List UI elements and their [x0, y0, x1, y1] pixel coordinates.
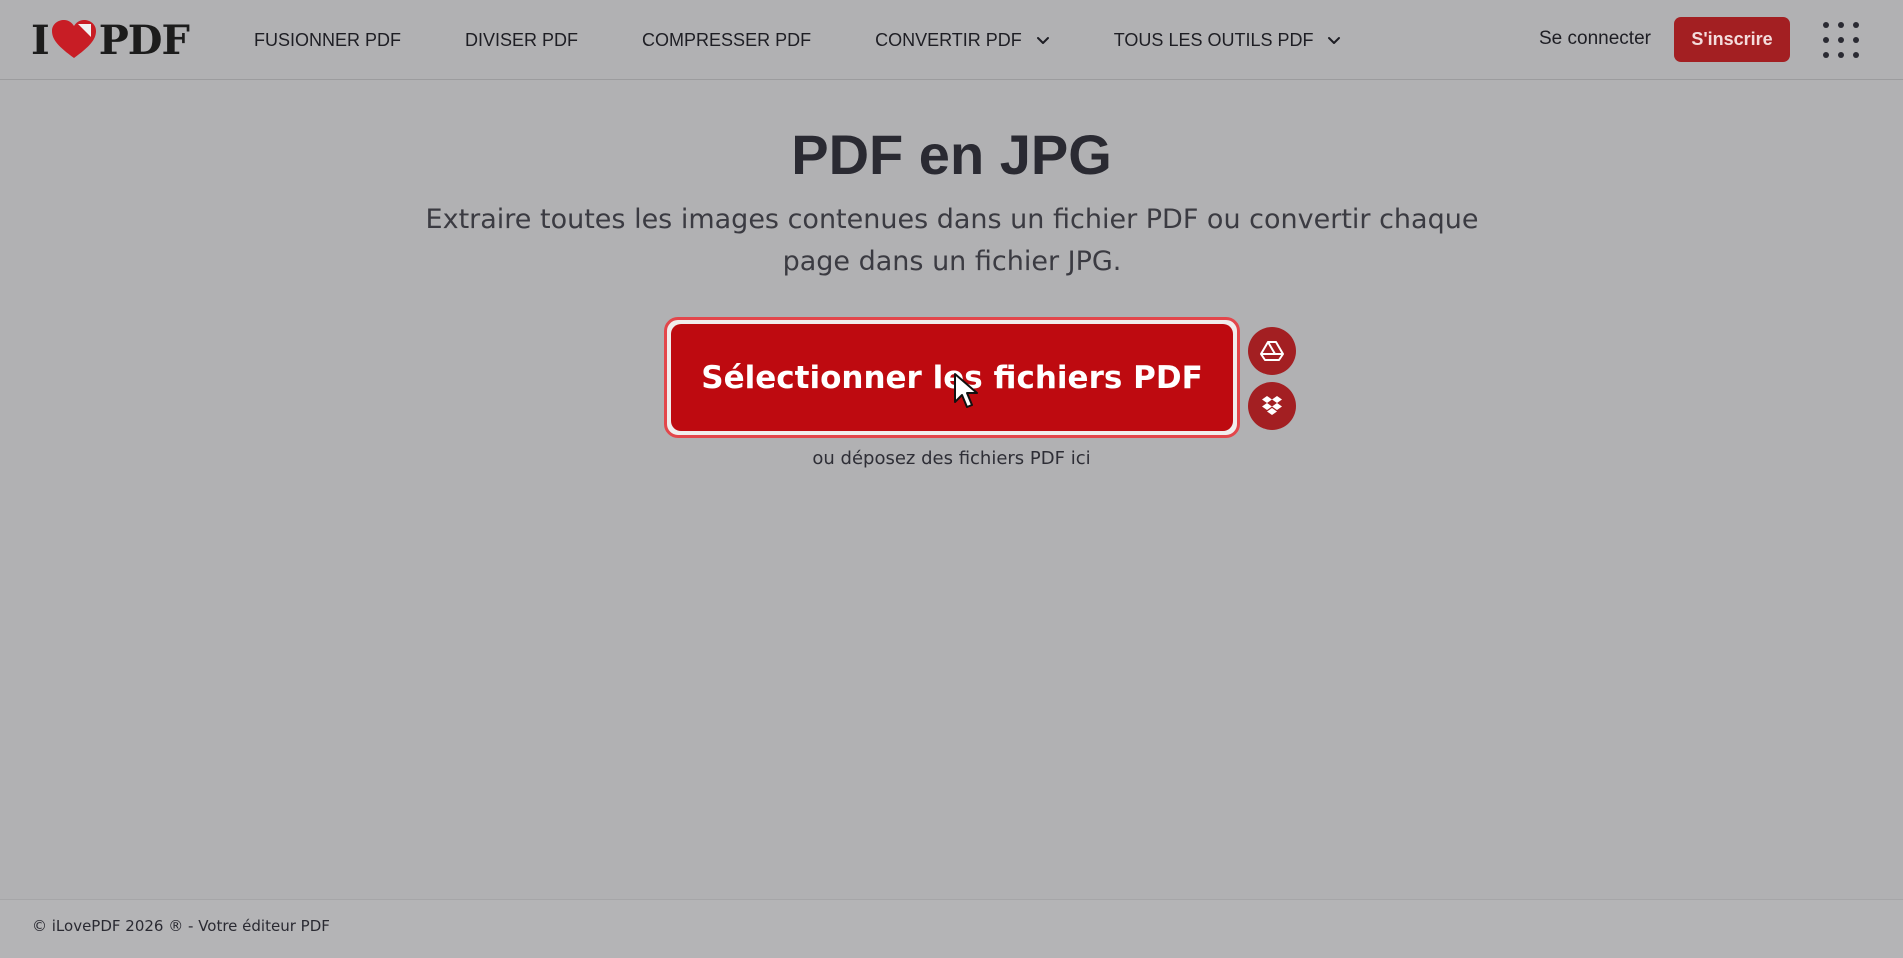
logo-letters-pdf: PDF: [98, 16, 190, 64]
google-drive-icon: [1260, 341, 1284, 361]
nav-split-pdf[interactable]: DIVISER PDF: [465, 30, 578, 51]
signup-button[interactable]: S'inscrire: [1674, 17, 1790, 62]
footer-copyright: © iLovePDF 2026 ® - Votre éditeur PDF: [32, 917, 330, 935]
nav-convert-pdf[interactable]: CONVERTIR PDF: [875, 30, 1050, 51]
drop-hint: ou déposez des fichiers PDF ici: [812, 448, 1091, 469]
heart-icon: [51, 20, 96, 58]
dropbox-icon: [1262, 396, 1282, 415]
main-nav: FUSIONNER PDF DIVISER PDF COMPRESSER PDF…: [254, 0, 1405, 80]
nav-merge-pdf-label: FUSIONNER PDF: [254, 29, 402, 50]
site-header: I PDF FUSIONNER PDF DIVISER PDF COMPRESS…: [0, 0, 1903, 80]
dropbox-button[interactable]: [1248, 382, 1296, 430]
nav-convert-pdf-label: CONVERTIR PDF: [875, 29, 1022, 50]
nav-split-pdf-label: DIVISER PDF: [465, 29, 579, 50]
upload-button-frame: Sélectionner les fichiers PDF: [664, 317, 1240, 438]
google-drive-button[interactable]: [1248, 327, 1296, 375]
page-title: PDF en JPG: [791, 123, 1112, 186]
nav-all-tools-label: TOUS LES OUTILS PDF: [1113, 29, 1314, 50]
logo-letter-i: I: [31, 16, 50, 64]
chevron-down-icon: [1328, 37, 1341, 44]
nav-all-tools[interactable]: TOUS LES OUTILS PDF: [1114, 30, 1342, 51]
nav-compress-pdf[interactable]: COMPRESSER PDF: [642, 30, 811, 51]
grid-icon[interactable]: [1823, 22, 1859, 58]
login-link[interactable]: Se connecter: [1539, 28, 1651, 50]
chevron-down-icon: [1036, 37, 1049, 44]
nav-merge-pdf[interactable]: FUSIONNER PDF: [254, 30, 401, 51]
page-subtitle: Extraire toutes les images contenues dan…: [425, 204, 1479, 277]
nav-compress-pdf-label: COMPRESSER PDF: [642, 29, 812, 50]
select-files-button[interactable]: Sélectionner les fichiers PDF: [671, 324, 1233, 431]
ilovepdf-logo[interactable]: I PDF: [31, 16, 190, 64]
site-footer: © iLovePDF 2026 ® - Votre éditeur PDF: [0, 899, 1903, 958]
